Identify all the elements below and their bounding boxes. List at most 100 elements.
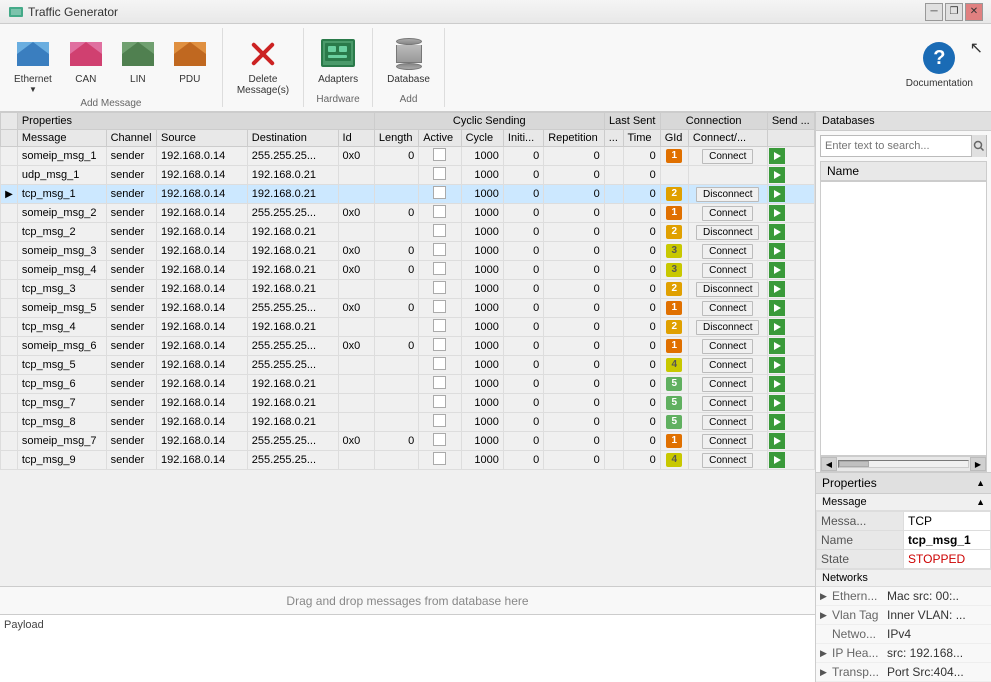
restore-button[interactable]: ❐ xyxy=(945,3,963,21)
connect-button[interactable]: Connect xyxy=(702,149,753,164)
network-item[interactable]: ▶ Ethern... Mac src: 00:.. xyxy=(816,587,991,606)
cell-connect[interactable]: Connect xyxy=(688,261,767,280)
cell-active[interactable] xyxy=(419,280,461,299)
send-button[interactable] xyxy=(769,319,785,335)
scroll-left-button[interactable]: ◀ xyxy=(821,457,837,471)
cell-active[interactable] xyxy=(419,413,461,432)
properties-collapse-button[interactable]: ▲ xyxy=(976,478,985,488)
cell-send[interactable] xyxy=(767,147,814,166)
cell-active[interactable] xyxy=(419,147,461,166)
cell-active[interactable] xyxy=(419,185,461,204)
table-row[interactable]: tcp_msg_4 sender 192.168.0.14 192.168.0.… xyxy=(1,318,815,337)
cell-connect[interactable]: Disconnect xyxy=(688,223,767,242)
cell-send[interactable] xyxy=(767,375,814,394)
cell-connect[interactable] xyxy=(688,166,767,185)
th-length[interactable]: Length xyxy=(374,130,418,147)
ethernet-button[interactable]: Ethernet ▼ xyxy=(8,32,58,98)
cell-connect[interactable]: Connect xyxy=(688,451,767,470)
search-button[interactable] xyxy=(971,135,986,157)
cell-send[interactable] xyxy=(767,166,814,185)
table-row[interactable]: tcp_msg_6 sender 192.168.0.14 192.168.0.… xyxy=(1,375,815,394)
cell-active[interactable] xyxy=(419,337,461,356)
can-button[interactable]: CAN xyxy=(62,32,110,89)
network-expand-icon[interactable]: ▶ xyxy=(820,610,830,621)
cell-message[interactable]: someip_msg_5 xyxy=(17,299,106,318)
cell-active[interactable] xyxy=(419,375,461,394)
table-row[interactable]: tcp_msg_7 sender 192.168.0.14 192.168.0.… xyxy=(1,394,815,413)
database-button[interactable]: Database xyxy=(381,32,436,89)
send-button[interactable] xyxy=(769,224,785,240)
scroll-right-button[interactable]: ▶ xyxy=(970,457,986,471)
cell-message[interactable]: someip_msg_2 xyxy=(17,204,106,223)
network-expand-icon[interactable]: ▶ xyxy=(820,648,830,659)
cell-send[interactable] xyxy=(767,394,814,413)
cell-send[interactable] xyxy=(767,299,814,318)
horizontal-scrollbar[interactable]: ◀ ▶ xyxy=(820,456,987,472)
drag-drop-zone[interactable]: Drag and drop messages from database her… xyxy=(0,586,815,614)
send-button[interactable] xyxy=(769,148,785,164)
scroll-track[interactable] xyxy=(838,460,969,468)
table-container[interactable]: Properties Cyclic Sending Last Sent Conn… xyxy=(0,112,815,586)
cell-message[interactable]: someip_msg_6 xyxy=(17,337,106,356)
network-expand-icon[interactable]: ▶ xyxy=(820,591,830,602)
send-button[interactable] xyxy=(769,338,785,354)
cell-connect[interactable]: Connect xyxy=(688,299,767,318)
cell-active[interactable] xyxy=(419,261,461,280)
cell-send[interactable] xyxy=(767,432,814,451)
table-row[interactable]: someip_msg_4 sender 192.168.0.14 192.168… xyxy=(1,261,815,280)
send-button[interactable] xyxy=(769,243,785,259)
table-row[interactable]: ▶ tcp_msg_1 sender 192.168.0.14 192.168.… xyxy=(1,185,815,204)
network-item[interactable]: ▶ IP Hea... src: 192.168... xyxy=(816,644,991,663)
table-row[interactable]: someip_msg_2 sender 192.168.0.14 255.255… xyxy=(1,204,815,223)
cell-active[interactable] xyxy=(419,242,461,261)
cell-connect[interactable]: Disconnect xyxy=(688,185,767,204)
cell-send[interactable] xyxy=(767,223,814,242)
send-button[interactable] xyxy=(769,357,785,373)
cell-active[interactable] xyxy=(419,299,461,318)
th-repetition[interactable]: Repetition xyxy=(544,130,605,147)
th-connect[interactable]: Connect/... xyxy=(688,130,767,147)
cell-active[interactable] xyxy=(419,432,461,451)
connect-button[interactable]: Connect xyxy=(702,453,753,468)
cell-send[interactable] xyxy=(767,451,814,470)
cell-message[interactable]: tcp_msg_1 xyxy=(17,185,106,204)
cell-connect[interactable]: Connect xyxy=(688,375,767,394)
network-item[interactable]: ▶ Vlan Tag Inner VLAN: ... xyxy=(816,606,991,625)
connect-button[interactable]: Connect xyxy=(702,339,753,354)
disconnect-button[interactable]: Disconnect xyxy=(696,225,759,240)
connect-button[interactable]: Connect xyxy=(702,396,753,411)
table-row[interactable]: tcp_msg_9 sender 192.168.0.14 255.255.25… xyxy=(1,451,815,470)
cell-active[interactable] xyxy=(419,223,461,242)
cell-message[interactable]: someip_msg_1 xyxy=(17,147,106,166)
connect-button[interactable]: Connect xyxy=(702,206,753,221)
cell-message[interactable]: udp_msg_1 xyxy=(17,166,106,185)
cell-message[interactable]: tcp_msg_4 xyxy=(17,318,106,337)
send-button[interactable] xyxy=(769,433,785,449)
th-source[interactable]: Source xyxy=(157,130,248,147)
cell-active[interactable] xyxy=(419,451,461,470)
cell-send[interactable] xyxy=(767,185,814,204)
message-collapse-icon[interactable]: ▲ xyxy=(976,497,985,507)
disconnect-button[interactable]: Disconnect xyxy=(696,282,759,297)
send-button[interactable] xyxy=(769,281,785,297)
connect-button[interactable]: Connect xyxy=(702,415,753,430)
cell-message[interactable]: tcp_msg_9 xyxy=(17,451,106,470)
connect-button[interactable]: Connect xyxy=(702,358,753,373)
connect-button[interactable]: Connect xyxy=(702,301,753,316)
pdu-button[interactable]: PDU xyxy=(166,32,214,89)
connect-button[interactable]: Connect xyxy=(702,434,753,449)
network-item[interactable]: ▶ Transp... Port Src:404... xyxy=(816,663,991,682)
cell-connect[interactable]: Connect xyxy=(688,394,767,413)
lin-button[interactable]: LIN xyxy=(114,32,162,89)
adapters-button[interactable]: Adapters xyxy=(312,32,364,89)
table-row[interactable]: someip_msg_7 sender 192.168.0.14 255.255… xyxy=(1,432,815,451)
send-button[interactable] xyxy=(769,205,785,221)
cell-send[interactable] xyxy=(767,318,814,337)
cell-send[interactable] xyxy=(767,261,814,280)
cell-message[interactable]: someip_msg_4 xyxy=(17,261,106,280)
send-button[interactable] xyxy=(769,395,785,411)
cell-connect[interactable]: Connect xyxy=(688,432,767,451)
th-cycle[interactable]: Cycle xyxy=(461,130,503,147)
table-row[interactable]: tcp_msg_5 sender 192.168.0.14 255.255.25… xyxy=(1,356,815,375)
send-button[interactable] xyxy=(769,186,785,202)
